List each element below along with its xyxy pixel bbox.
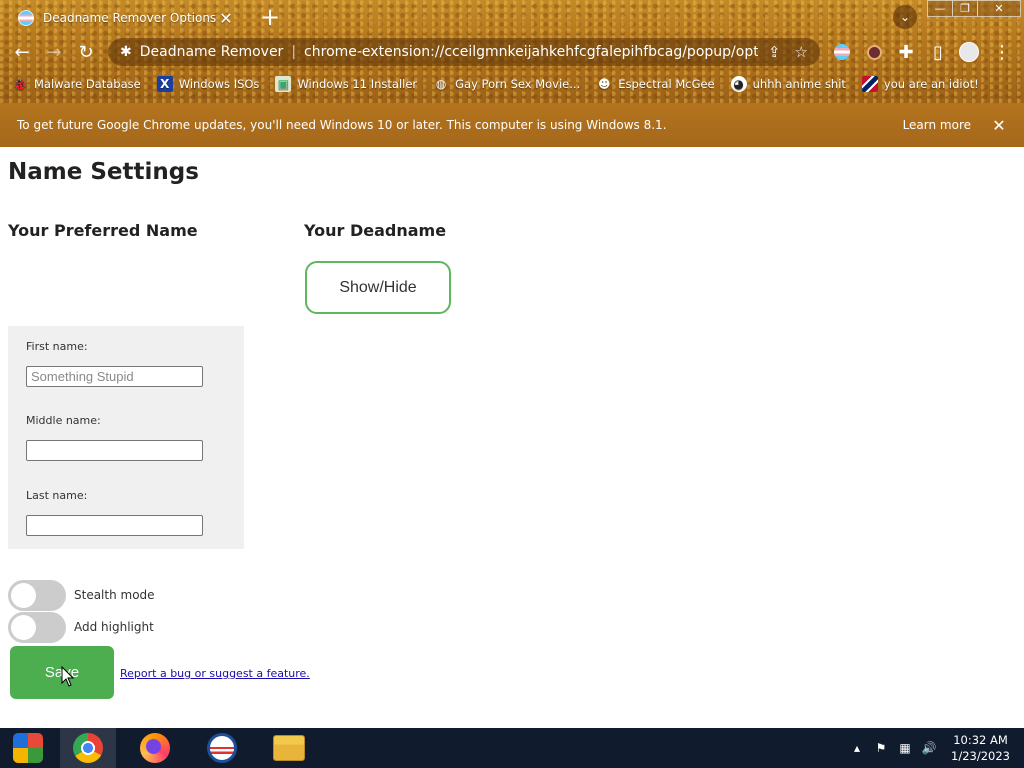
tab-close-icon[interactable]: ✕ [216, 9, 236, 28]
add-highlight-label: Add highlight [74, 620, 154, 634]
infobar-close-icon[interactable]: ✕ [991, 116, 1007, 135]
face-extension-icon[interactable] [863, 41, 885, 63]
show-hide-button[interactable]: Show/Hide [305, 261, 451, 314]
clock-time: 10:32 AM [953, 733, 1008, 747]
flag-icon [861, 76, 878, 92]
first-name-label: First name: [26, 340, 88, 353]
taskbar-file-explorer[interactable] [261, 728, 317, 768]
middle-name-input[interactable] [26, 440, 203, 461]
back-icon[interactable]: ← [11, 41, 33, 63]
bookmark-you-are-an-idiot[interactable]: you are an idiot! [861, 76, 979, 92]
side-panel-icon[interactable]: ▯ [927, 41, 949, 63]
deadname-heading: Your Deadname [304, 221, 447, 240]
bookmark-uhhh-anime-shit[interactable]: ◕ uhhh anime shit [730, 76, 846, 92]
extension-puzzle-icon: ✱ [120, 44, 132, 60]
report-bug-link[interactable]: Report a bug or suggest a feature. [120, 667, 310, 680]
learn-more-link[interactable]: Learn more [903, 118, 971, 132]
bookmark-label: Gay Porn Sex Movie... [455, 77, 581, 91]
preferred-name-heading: Your Preferred Name [8, 221, 198, 240]
url-text[interactable]: chrome-extension://cceilgmnkeijahkehfcgf… [304, 44, 758, 60]
taskbar-chrome[interactable] [60, 728, 116, 768]
bug-icon: 🐞 [12, 77, 28, 91]
tab-title: Deadname Remover Options [43, 11, 216, 25]
bookmark-espectral-mcgee[interactable]: ☻ Espectral McGee [596, 76, 715, 92]
restore-icon[interactable]: ❐ [952, 0, 978, 17]
chrome-icon [73, 733, 103, 763]
minimize-icon[interactable]: — [927, 0, 953, 17]
bookmark-star-icon[interactable]: ☆ [795, 43, 808, 61]
bookmark-windows-11-installer[interactable]: ▣ Windows 11 Installer [275, 76, 417, 92]
trans-flag-extension-icon[interactable] [831, 41, 853, 63]
profile-avatar-icon[interactable] [958, 41, 980, 63]
browser-frame: Deadname Remover Options ✕ + ⌄ — ❐ ✕ ← →… [0, 0, 1024, 103]
forward-icon[interactable]: → [43, 41, 65, 63]
taskbar-firefox[interactable] [127, 728, 183, 768]
last-name-input[interactable] [26, 515, 203, 536]
globe-icon: ◍ [435, 77, 447, 91]
first-name-input[interactable] [26, 366, 203, 387]
infobar-message: To get future Google Chrome updates, you… [17, 118, 667, 132]
share-icon[interactable]: ⇪ [768, 43, 781, 61]
extensions-puzzle-icon[interactable]: ✚ [895, 41, 917, 63]
show-hidden-icons-icon[interactable]: ▴ [847, 741, 867, 755]
toggle-knob [11, 615, 36, 640]
site-name: Deadname Remover [139, 44, 284, 60]
stealth-mode-toggle[interactable] [8, 580, 66, 611]
bookmark-windows-isos[interactable]: X Windows ISOs [156, 76, 260, 92]
bookmark-label: uhhh anime shit [752, 77, 846, 91]
mouse-cursor-icon [61, 665, 75, 687]
tab-search-icon[interactable]: ⌄ [893, 5, 917, 29]
clock[interactable]: 10:32 AM 1/23/2023 [951, 732, 1010, 764]
folder-icon [273, 735, 305, 761]
active-tab[interactable]: Deadname Remover Options ✕ [8, 3, 246, 33]
add-highlight-toggle[interactable] [8, 612, 66, 643]
middle-name-label: Middle name: [26, 414, 101, 427]
image-icon: ▣ [275, 76, 292, 92]
stealth-mode-label: Stealth mode [74, 588, 155, 602]
options-page: Name Settings Your Preferred Name Your D… [0, 147, 1024, 728]
bookmark-label: Espectral McGee [618, 77, 715, 91]
address-bar[interactable]: ✱ Deadname Remover | chrome-extension://… [108, 38, 820, 66]
start-button[interactable] [0, 728, 56, 768]
separator: | [291, 44, 297, 60]
firefox-icon [140, 733, 170, 763]
toggle-knob [11, 583, 36, 608]
reload-icon[interactable]: ↻ [75, 41, 97, 63]
bookmark-label: you are an idiot! [883, 77, 979, 91]
window-close-icon[interactable]: ✕ [977, 0, 1021, 17]
bookmark-label: Windows ISOs [178, 77, 260, 91]
last-name-label: Last name: [26, 489, 88, 502]
bookmark-malware-database[interactable]: 🐞 Malware Database [12, 76, 141, 92]
network-icon[interactable]: ▦ [895, 741, 915, 755]
trans-flag-favicon-icon [18, 10, 34, 26]
bookmark-gay-porn-sex-movie[interactable]: ◍ Gay Porn Sex Movie... [433, 76, 580, 92]
preferred-name-panel: First name: Middle name: Last name: [8, 326, 244, 549]
bookmark-label: Windows 11 Installer [297, 77, 418, 91]
system-tray: ▴ ⚑ ▦ 🔊 10:32 AM 1/23/2023 [845, 728, 1024, 768]
windows-taskbar: ▴ ⚑ ▦ 🔊 10:32 AM 1/23/2023 [0, 728, 1024, 768]
page-title: Name Settings [8, 159, 199, 185]
volume-icon[interactable]: 🔊 [919, 741, 939, 755]
clock-date: 1/23/2023 [951, 749, 1010, 763]
taskbar-obama-app[interactable] [194, 728, 250, 768]
new-tab-icon[interactable]: + [258, 4, 282, 30]
menu-kebab-icon[interactable]: ⋮ [991, 41, 1013, 63]
update-infobar: To get future Google Chrome updates, you… [0, 103, 1024, 147]
bookmarks-bar: 🐞 Malware Database X Windows ISOs ▣ Wind… [0, 72, 979, 96]
obama-logo-icon [207, 733, 237, 763]
action-center-flag-icon[interactable]: ⚑ [871, 741, 891, 755]
windows-start-icon [13, 733, 43, 763]
x-icon: X [156, 76, 173, 92]
anime-icon: ◕ [730, 76, 747, 92]
face-icon: ☻ [597, 77, 611, 91]
bookmark-label: Malware Database [34, 77, 141, 91]
